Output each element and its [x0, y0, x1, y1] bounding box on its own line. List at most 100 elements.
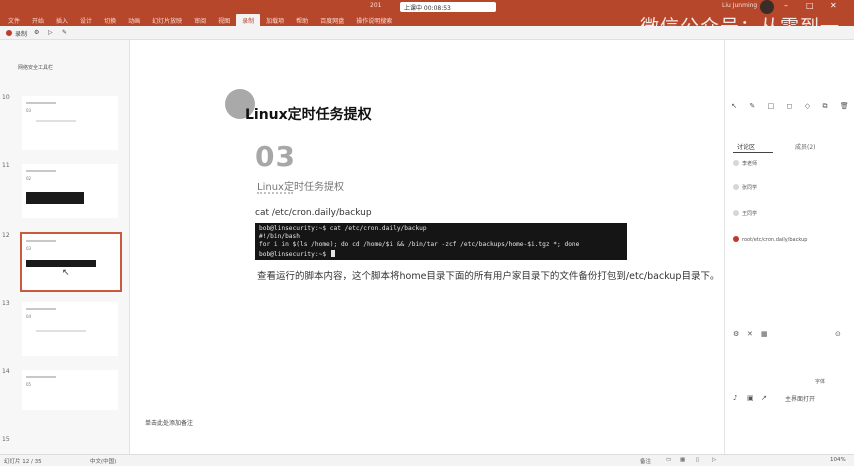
camera-icon[interactable]: ▣	[747, 394, 754, 402]
copy-icon[interactable]: ⧉	[823, 102, 828, 111]
slide-number: 11	[2, 162, 10, 169]
thumb-title-line	[26, 308, 56, 310]
slide-thumbnail[interactable]: 02	[22, 164, 118, 218]
tab-ribbon[interactable]: 视图	[212, 14, 236, 26]
slide-thumbnail-pane: 网络安全工具栏 10 03 11 02 12 03 ↖ 13 04 14 05 …	[0, 40, 130, 454]
terminal-line: for i in $(ls /home); do cd /home/$i && …	[259, 241, 580, 249]
tab-ribbon[interactable]: 加载项	[260, 14, 290, 26]
close-icon[interactable]: ✕	[830, 1, 837, 10]
active-tab-indicator	[733, 152, 773, 153]
slideshow-icon[interactable]: ▷	[712, 457, 716, 463]
panel-tabs: 讨论区 成员(2)	[725, 140, 854, 153]
list-item[interactable]: root/etc/cron.daily/backup	[733, 236, 807, 243]
zoom-level[interactable]: 104%	[830, 457, 846, 463]
language-indicator[interactable]: 中文(中国)	[90, 457, 116, 465]
tab-ribbon[interactable]: 开始	[26, 14, 50, 26]
minimize-icon[interactable]: –	[784, 1, 788, 10]
thumb-title-line	[26, 170, 56, 172]
maximize-icon[interactable]: □	[806, 1, 814, 10]
tab-ribbon[interactable]: 插入	[50, 14, 74, 26]
eraser-icon[interactable]: ◇	[805, 102, 810, 110]
list-item[interactable]: 王同学	[733, 210, 757, 217]
tab-discussion[interactable]: 讨论区	[737, 142, 755, 151]
tab-ribbon[interactable]: 动画	[122, 14, 146, 26]
command-label[interactable]: cat /etc/cron.daily/backup	[255, 208, 372, 218]
right-side-panel: ↖ ✎ □ ◻ ◇ ⧉ 🗑 讨论区 成员(2) 李老师 张同学 王同学 root…	[724, 40, 854, 454]
document-title: 201	[370, 2, 382, 9]
slide-thumbnail[interactable]: 04	[22, 302, 118, 356]
avatar-dot	[733, 236, 739, 242]
thumb-caption: 03	[26, 108, 32, 113]
pointer-icon[interactable]: ↖	[731, 102, 737, 110]
terminal-prompt: bob@linsecurity:~$	[259, 250, 330, 258]
grid-icon[interactable]: ▦	[761, 330, 768, 338]
thumb-title-line	[26, 240, 56, 242]
terminal-prompt-line: bob@linsecurity:~$	[259, 249, 623, 259]
normal-view-icon[interactable]: ▭	[666, 457, 671, 463]
pen-icon[interactable]: ✎	[62, 29, 67, 36]
tab-ribbon[interactable]: 操作说明搜索	[350, 14, 398, 26]
list-item[interactable]: 李老师	[733, 160, 757, 167]
panel-toolbar: ↖ ✎ □ ◻ ◇ ⧉ 🗑	[725, 98, 854, 114]
notes-placeholder[interactable]: 单击此处添加备注	[145, 418, 193, 427]
thumb-caption: 04	[26, 314, 32, 319]
help-icon[interactable]: ⊙	[835, 330, 841, 338]
slide-thumbnail[interactable]: 05	[22, 370, 118, 410]
section-number[interactable]: 03	[255, 140, 296, 173]
pen-icon[interactable]: ✎	[749, 102, 755, 110]
thumb-title-line	[26, 102, 56, 104]
list-item-label: 张同学	[742, 185, 758, 191]
font-label: 字体	[815, 379, 826, 385]
thumb-title-line	[26, 376, 56, 378]
settings-icon[interactable]: ⚙	[34, 29, 39, 36]
terminal-screenshot[interactable]: bob@linsecurity:~$ cat /etc/cron.daily/b…	[255, 223, 627, 260]
tab-ribbon[interactable]: 帮助	[290, 14, 314, 26]
avatar-dot	[733, 184, 739, 190]
thumb-line	[36, 120, 76, 122]
tab-ribbon[interactable]: 录制	[236, 14, 261, 26]
slide-description[interactable]: 查看运行的脚本内容，这个脚本将home目录下面的所有用户家目录下的文件备份打包到…	[257, 268, 719, 282]
terminal-line: bob@linsecurity:~$ cat /etc/cron.daily/b…	[259, 225, 427, 232]
play-icon[interactable]: ▷	[48, 29, 53, 36]
tab-ribbon[interactable]: 百度网盘	[314, 14, 350, 26]
delete-icon[interactable]: 🗑	[840, 102, 849, 110]
record-button[interactable]: 录制	[15, 29, 27, 38]
tab-ribbon[interactable]: 审阅	[188, 14, 212, 26]
ribbon-tabs: 文件 开始 插入 设计 切换 动画 幻灯片放映 审阅 视图 录制 加载项 帮助 百度网盘 操作说明搜索	[2, 14, 398, 26]
mouse-cursor-icon: ↖	[62, 268, 70, 278]
square-icon[interactable]: □	[768, 102, 775, 110]
list-item[interactable]: 张同学	[733, 184, 757, 191]
comment-icon[interactable]: ◻	[787, 102, 793, 110]
tab-ribbon[interactable]: 文件	[2, 14, 26, 26]
thumb-line	[36, 330, 86, 332]
thumb-caption: 03	[26, 246, 32, 251]
user-name[interactable]: Liu Junming	[722, 2, 757, 9]
quick-status-box[interactable]: 上课中 00:08:53	[400, 2, 496, 12]
sorter-view-icon[interactable]: ▦	[680, 457, 685, 463]
section-subtitle[interactable]: Linux定时任务提权	[257, 178, 344, 193]
tab-ribbon[interactable]: 设计	[74, 14, 98, 26]
thumb-caption: 05	[26, 382, 32, 387]
title-bar: 201 上课中 00:08:53 Liu Junming – □ ✕ 文件 开始插…	[0, 0, 854, 38]
slide-canvas[interactable]: Linux定时任务提权 03 Linux定时任务提权 cat /etc/cron…	[131, 40, 724, 454]
mic-icon[interactable]: ♪	[733, 394, 737, 402]
quick-toolbar: 录制 ⚙ ▷ ✎	[0, 26, 854, 40]
share-icon[interactable]: ↗	[761, 394, 767, 402]
settings-icon[interactable]: ⚙	[733, 330, 739, 338]
tab-ribbon[interactable]: 幻灯片放映	[146, 14, 188, 26]
record-icon[interactable]	[6, 30, 12, 36]
section-label: 网络安全工具栏	[18, 65, 54, 71]
slide-number: 12	[2, 232, 10, 239]
slide-title[interactable]: Linux定时任务提权	[245, 104, 372, 124]
tab-members[interactable]: 成员(2)	[795, 142, 816, 151]
slide-thumbnail-selected[interactable]: 03 ↖	[20, 232, 122, 292]
terminal-cursor	[330, 249, 335, 257]
notes-button[interactable]: 备注	[640, 457, 651, 465]
subtitle-underline	[257, 192, 293, 194]
close-icon[interactable]: ✕	[747, 330, 753, 338]
slide-thumbnail[interactable]: 03	[22, 96, 118, 150]
tab-ribbon[interactable]: 切换	[98, 14, 122, 26]
panel-footer-text[interactable]: 主界面打开	[785, 394, 815, 403]
reading-view-icon[interactable]: ▯	[696, 457, 699, 463]
thumb-terminal	[26, 260, 96, 267]
